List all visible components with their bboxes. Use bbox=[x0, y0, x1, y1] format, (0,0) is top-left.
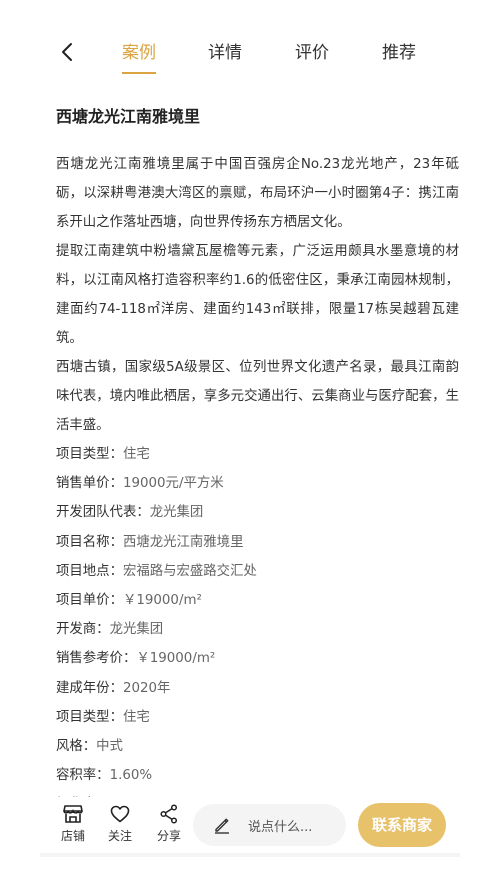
attribute-row: 风格：中式 bbox=[56, 732, 459, 761]
attribute-separator: ： bbox=[109, 447, 123, 462]
attribute-separator: ： bbox=[122, 651, 137, 667]
attribute-row: 销售参考价： ￥19000/m² bbox=[56, 644, 459, 673]
attribute-value: ￥19000/m² bbox=[122, 592, 202, 608]
attribute-value: 住宅 bbox=[122, 709, 150, 725]
bottom-action-bar: 店铺 关注 分享 说点什么... 联系商家 bbox=[40, 797, 477, 853]
chevron-left-icon bbox=[62, 43, 72, 61]
store-button[interactable]: 店铺 bbox=[56, 803, 90, 851]
comment-placeholder: 说点什么... bbox=[248, 820, 313, 835]
attribute-separator: ： bbox=[109, 534, 123, 550]
attribute-value: ￥19000/m² bbox=[136, 651, 216, 667]
attribute-value: 中式 bbox=[96, 738, 123, 754]
attribute-row: 开发商：龙光集团 bbox=[56, 615, 459, 644]
attribute-key: 销售单价 bbox=[56, 476, 110, 492]
attribute-value: 龙光集团 bbox=[109, 622, 164, 638]
attribute-key: 容积率 bbox=[56, 768, 97, 784]
attribute-separator: ： bbox=[109, 563, 123, 579]
article-title: 西塘龙光江南雅境里 bbox=[56, 107, 201, 126]
attribute-value: 30.00% bbox=[110, 790, 161, 797]
attribute-key: 绿化率 bbox=[56, 790, 96, 797]
attribute-value: 住宅 bbox=[122, 447, 150, 462]
attribute-value: 龙光集团 bbox=[149, 505, 204, 521]
attribute-key: 建成年份 bbox=[56, 680, 110, 696]
attribute-row: 绿化率：30.00% bbox=[56, 790, 459, 797]
attribute-separator: ： bbox=[109, 680, 123, 696]
attribute-value: 1.60% bbox=[109, 768, 153, 784]
attribute-separator: ： bbox=[109, 476, 123, 492]
back-button[interactable] bbox=[54, 38, 82, 66]
share-icon bbox=[160, 804, 178, 824]
attribute-separator: ： bbox=[136, 505, 150, 521]
contact-merchant-button[interactable]: 联系商家 bbox=[358, 803, 446, 847]
attribute-row: 开发团队代表：龙光集团 bbox=[56, 498, 459, 527]
top-navigation: 案例 详情 评价 推荐 bbox=[0, 0, 497, 92]
attribute-separator: ： bbox=[109, 592, 123, 608]
attribute-separator: ： bbox=[96, 622, 110, 638]
bottom-divider bbox=[40, 853, 460, 857]
tab-reviews[interactable]: 评价 bbox=[295, 38, 329, 63]
attribute-key: 项目单价 bbox=[56, 592, 110, 608]
store-icon bbox=[63, 805, 83, 823]
pencil-icon bbox=[215, 818, 229, 834]
share-button[interactable]: 分享 bbox=[152, 803, 186, 851]
attribute-row: 容积率： 1.60% bbox=[56, 761, 459, 790]
attribute-row: 项目单价： ￥19000/m² bbox=[56, 586, 459, 615]
attribute-key: 开发商 bbox=[56, 622, 97, 638]
article-paragraph: 西塘古镇，国家级5A级景区、位列世界文化遗产名录，最具江南韵味代表，境内唯此栖居… bbox=[56, 360, 459, 433]
attribute-row: 项目名称：西塘龙光江南雅境里 bbox=[56, 528, 459, 557]
attribute-row: 销售单价： 19000元/平方米 bbox=[56, 469, 459, 498]
comment-input[interactable]: 说点什么... bbox=[193, 804, 346, 846]
attribute-key: 项目名称 bbox=[56, 534, 110, 550]
tab-details[interactable]: 详情 bbox=[208, 38, 242, 63]
attribute-separator: ： bbox=[82, 738, 97, 754]
attribute-value: 2020年 bbox=[122, 680, 171, 696]
attribute-separator: ： bbox=[96, 790, 109, 797]
project-attribute-list: 项目类型：住宅 销售单价： 19000元/平方米 开发团队代表：龙光集团 项目名称：西塘… bbox=[56, 440, 459, 797]
attribute-key: 项目地点 bbox=[56, 563, 110, 579]
attribute-key: 开发团队代表 bbox=[56, 505, 137, 521]
attribute-row: 项目类型：住宅 bbox=[56, 703, 459, 732]
attribute-value: 19000元/平方米 bbox=[122, 476, 224, 492]
follow-label: 关注 bbox=[107, 829, 132, 843]
article-paragraph: 西塘龙光江南雅境里属于中国百强房企No.23龙光地产，23年砥砺，以深耕粤港澳大… bbox=[56, 157, 459, 230]
attribute-key: 项目类型 bbox=[56, 709, 110, 725]
store-label: 店铺 bbox=[60, 829, 85, 843]
article-paragraph: 提取江南建筑中粉墙黛瓦屋檐等元素，广泛运用颇具水墨意境的材料，以江南风格打造容积… bbox=[56, 244, 459, 346]
attribute-row: 项目地点：宏福路与宏盛路交汇处 bbox=[56, 557, 459, 586]
attribute-key: 销售参考价 bbox=[56, 651, 123, 667]
attribute-key: 项目类型 bbox=[56, 447, 110, 462]
attribute-value: 西塘龙光江南雅境里 bbox=[122, 534, 244, 550]
follow-button[interactable]: 关注 bbox=[103, 803, 137, 851]
attribute-row: 建成年份： 2020年 bbox=[56, 674, 459, 703]
tab-cases[interactable]: 案例 bbox=[122, 38, 156, 63]
attribute-key: 风格 bbox=[56, 738, 83, 754]
tab-recommend[interactable]: 推荐 bbox=[382, 38, 416, 63]
attribute-separator: ： bbox=[109, 709, 123, 725]
heart-icon bbox=[110, 805, 130, 823]
attribute-value: 宏福路与宏盛路交汇处 bbox=[122, 563, 257, 579]
article-content[interactable]: 西塘龙光江南雅境里 西塘龙光江南雅境里属于中国百强房企No.23龙光地产，23年… bbox=[0, 92, 497, 797]
share-label: 分享 bbox=[156, 829, 181, 843]
attribute-row: 项目类型：住宅 bbox=[56, 440, 459, 469]
attribute-separator: ： bbox=[96, 768, 110, 784]
active-tab-indicator bbox=[122, 72, 156, 74]
